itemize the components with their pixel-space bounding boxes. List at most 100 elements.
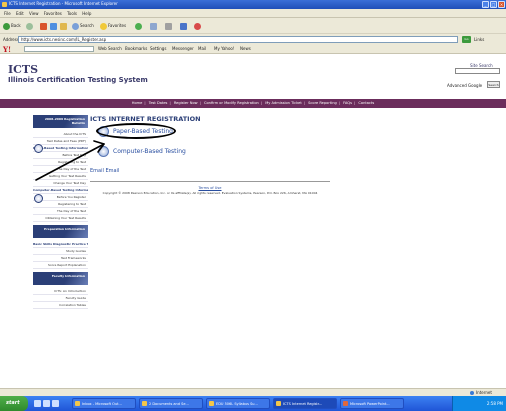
- yahoo-settings[interactable]: Settings: [150, 46, 166, 51]
- nav-confirm-modify[interactable]: Confirm or Modify Registration: [204, 99, 259, 108]
- search-button[interactable]: Search: [72, 21, 94, 30]
- messenger-button[interactable]: [194, 21, 202, 30]
- email-link[interactable]: Email Email: [90, 168, 119, 174]
- sidebar: 2008–2009 Registration Bulletin About th…: [33, 112, 88, 402]
- history-button[interactable]: [135, 21, 143, 30]
- menu-file[interactable]: File: [4, 9, 11, 18]
- window-title: ICTS Internet Registration - Microsoft I…: [9, 1, 118, 6]
- task-syllabus[interactable]: EDU 506L Syllabus Su...: [206, 398, 270, 409]
- mail-button[interactable]: [150, 21, 158, 30]
- sidebar-item-faculty-guide[interactable]: Faculty Guide: [33, 295, 88, 302]
- site-name: Illinois Certification Testing System: [8, 76, 148, 84]
- menu-help[interactable]: Help: [82, 9, 91, 18]
- terms-of-use-link[interactable]: Terms of Use: [150, 186, 270, 190]
- sidebar-item-day-of-test-cbt[interactable]: The Day of the Test: [33, 208, 88, 215]
- sidebar-item-practice-test[interactable]: Basic Skills Diagnostic Practice Test: [33, 241, 88, 248]
- print-button[interactable]: [165, 21, 173, 30]
- stop-button[interactable]: [40, 21, 48, 30]
- sidebar-head-preparation: Preparation Information: [33, 225, 88, 238]
- ie-icon: [2, 2, 7, 7]
- system-tray: 2:58 PM: [452, 396, 506, 411]
- minimize-button[interactable]: _: [482, 1, 489, 8]
- yahoo-bookmarks[interactable]: Bookmarks: [125, 46, 147, 51]
- word-icon: [209, 401, 214, 406]
- address-input[interactable]: http://www.icts.nesinc.com/IL_Register.a…: [18, 36, 458, 43]
- yahoo-logo[interactable]: Y!: [3, 45, 11, 54]
- sidebar-item-before-test-day[interactable]: Before Test Day: [33, 152, 88, 159]
- task-icts[interactable]: ICTS Internet Registr...: [273, 398, 337, 409]
- nav-test-dates[interactable]: Test Dates: [149, 99, 168, 108]
- maximize-button[interactable]: □: [490, 1, 497, 8]
- sidebar-item-correlation[interactable]: Correlation Tables: [33, 302, 88, 309]
- advanced-google-link[interactable]: Advanced Google: [447, 83, 482, 88]
- disc-icon: [34, 144, 43, 153]
- print-icon: [165, 22, 172, 30]
- yahoo-messenger[interactable]: Messenger: [172, 46, 194, 51]
- go-button[interactable]: Go: [462, 36, 471, 43]
- back-arrow-icon: [3, 22, 10, 30]
- links-button[interactable]: Links: [474, 37, 484, 42]
- sidebar-item-study-guides[interactable]: Study Guides: [33, 248, 88, 255]
- address-label: Address: [3, 37, 19, 42]
- yahoo-search-input[interactable]: [24, 46, 94, 52]
- task-inbox[interactable]: Inbox - Microsoft Out...: [72, 398, 136, 409]
- nav-register-now[interactable]: Register Now: [174, 99, 198, 108]
- sidebar-item-change-day[interactable]: Change Your Test Day: [33, 180, 88, 187]
- computer-based-testing-link[interactable]: Computer-Based Testing: [98, 146, 186, 157]
- sidebar-item-about[interactable]: About the ICTS: [33, 131, 88, 138]
- sidebar-item-introduction[interactable]: ICTS: An Introduction: [33, 288, 88, 295]
- taskbar: start Inbox - Microsoft Out... 2 Documen…: [0, 396, 506, 411]
- yahoo-web-search[interactable]: Web Search: [98, 46, 122, 51]
- sidebar-head-faculty: Faculty Information: [33, 272, 88, 285]
- yahoo-mail[interactable]: Mail: [198, 46, 206, 51]
- menu-favorites[interactable]: Favorites: [44, 9, 62, 18]
- sidebar-item-cbt-info[interactable]: Computer-Based Testing Information: [33, 187, 88, 194]
- back-button[interactable]: Back: [3, 21, 21, 30]
- menu-edit[interactable]: Edit: [16, 9, 24, 18]
- sidebar-item-obtaining-results[interactable]: Obtaining Your Test Results: [33, 215, 88, 222]
- menu-bar: File Edit View Favorites Tools Help: [0, 9, 506, 18]
- mail-icon: [150, 22, 157, 30]
- nav-score-reporting[interactable]: Score Reporting: [308, 99, 337, 108]
- nav-faqs[interactable]: FAQs: [343, 99, 352, 108]
- sidebar-item-dates-fees[interactable]: Test Dates and Fees (PDF): [33, 138, 88, 145]
- security-zone: Internet: [470, 390, 492, 395]
- sidebar-item-day-of-test[interactable]: The Day of the Test: [33, 166, 88, 173]
- site-search-input[interactable]: [455, 68, 500, 74]
- favorites-button[interactable]: Favorites: [100, 21, 126, 30]
- outlook-icon: [75, 401, 80, 406]
- sidebar-item-registering[interactable]: Registering to Test: [33, 159, 88, 166]
- nav-admission-ticket[interactable]: My Admission Ticket: [265, 99, 302, 108]
- copyright-text: Copyright © 2008 Pearson Education, Inc.…: [102, 191, 318, 195]
- yahoo-my-yahoo[interactable]: My Yahoo!: [214, 46, 234, 51]
- start-button[interactable]: start: [0, 396, 28, 411]
- clock[interactable]: 2:58 PM: [487, 401, 503, 406]
- yahoo-news[interactable]: News: [240, 46, 251, 51]
- menu-view[interactable]: View: [29, 9, 39, 18]
- task-documents[interactable]: 2 Documents and Se...: [139, 398, 203, 409]
- menu-tools[interactable]: Tools: [67, 9, 77, 18]
- sidebar-item-results[interactable]: Getting Your Test Results: [33, 173, 88, 180]
- quick-launch-ie-icon[interactable]: [34, 400, 41, 407]
- globe-icon: [470, 391, 474, 395]
- quick-launch-outlook-icon[interactable]: [52, 400, 59, 407]
- quick-launch-desktop-icon[interactable]: [43, 400, 50, 407]
- address-bar: Address http://www.icts.nesinc.com/IL_Re…: [0, 33, 506, 44]
- task-powerpoint[interactable]: Microsoft PowerPoint...: [340, 398, 404, 409]
- sidebar-item-frameworks[interactable]: Test Frameworks: [33, 255, 88, 262]
- stop-icon: [40, 22, 47, 30]
- icts-logo[interactable]: ICTS: [8, 63, 38, 76]
- home-icon: [60, 22, 67, 30]
- computer-icon: [34, 194, 43, 203]
- close-button[interactable]: ×: [498, 1, 505, 8]
- nav-contacts[interactable]: Contacts: [358, 99, 374, 108]
- forward-button[interactable]: [26, 21, 34, 30]
- nav-home[interactable]: Home: [132, 99, 143, 108]
- home-button[interactable]: [60, 21, 68, 30]
- refresh-button[interactable]: [50, 21, 58, 30]
- site-search-button[interactable]: Search: [487, 81, 500, 88]
- edit-button[interactable]: [180, 21, 188, 30]
- browser-toolbar: Back Search Favorites: [0, 18, 506, 33]
- sidebar-item-score-report[interactable]: Score Report Explanation: [33, 262, 88, 269]
- divider: [90, 181, 330, 182]
